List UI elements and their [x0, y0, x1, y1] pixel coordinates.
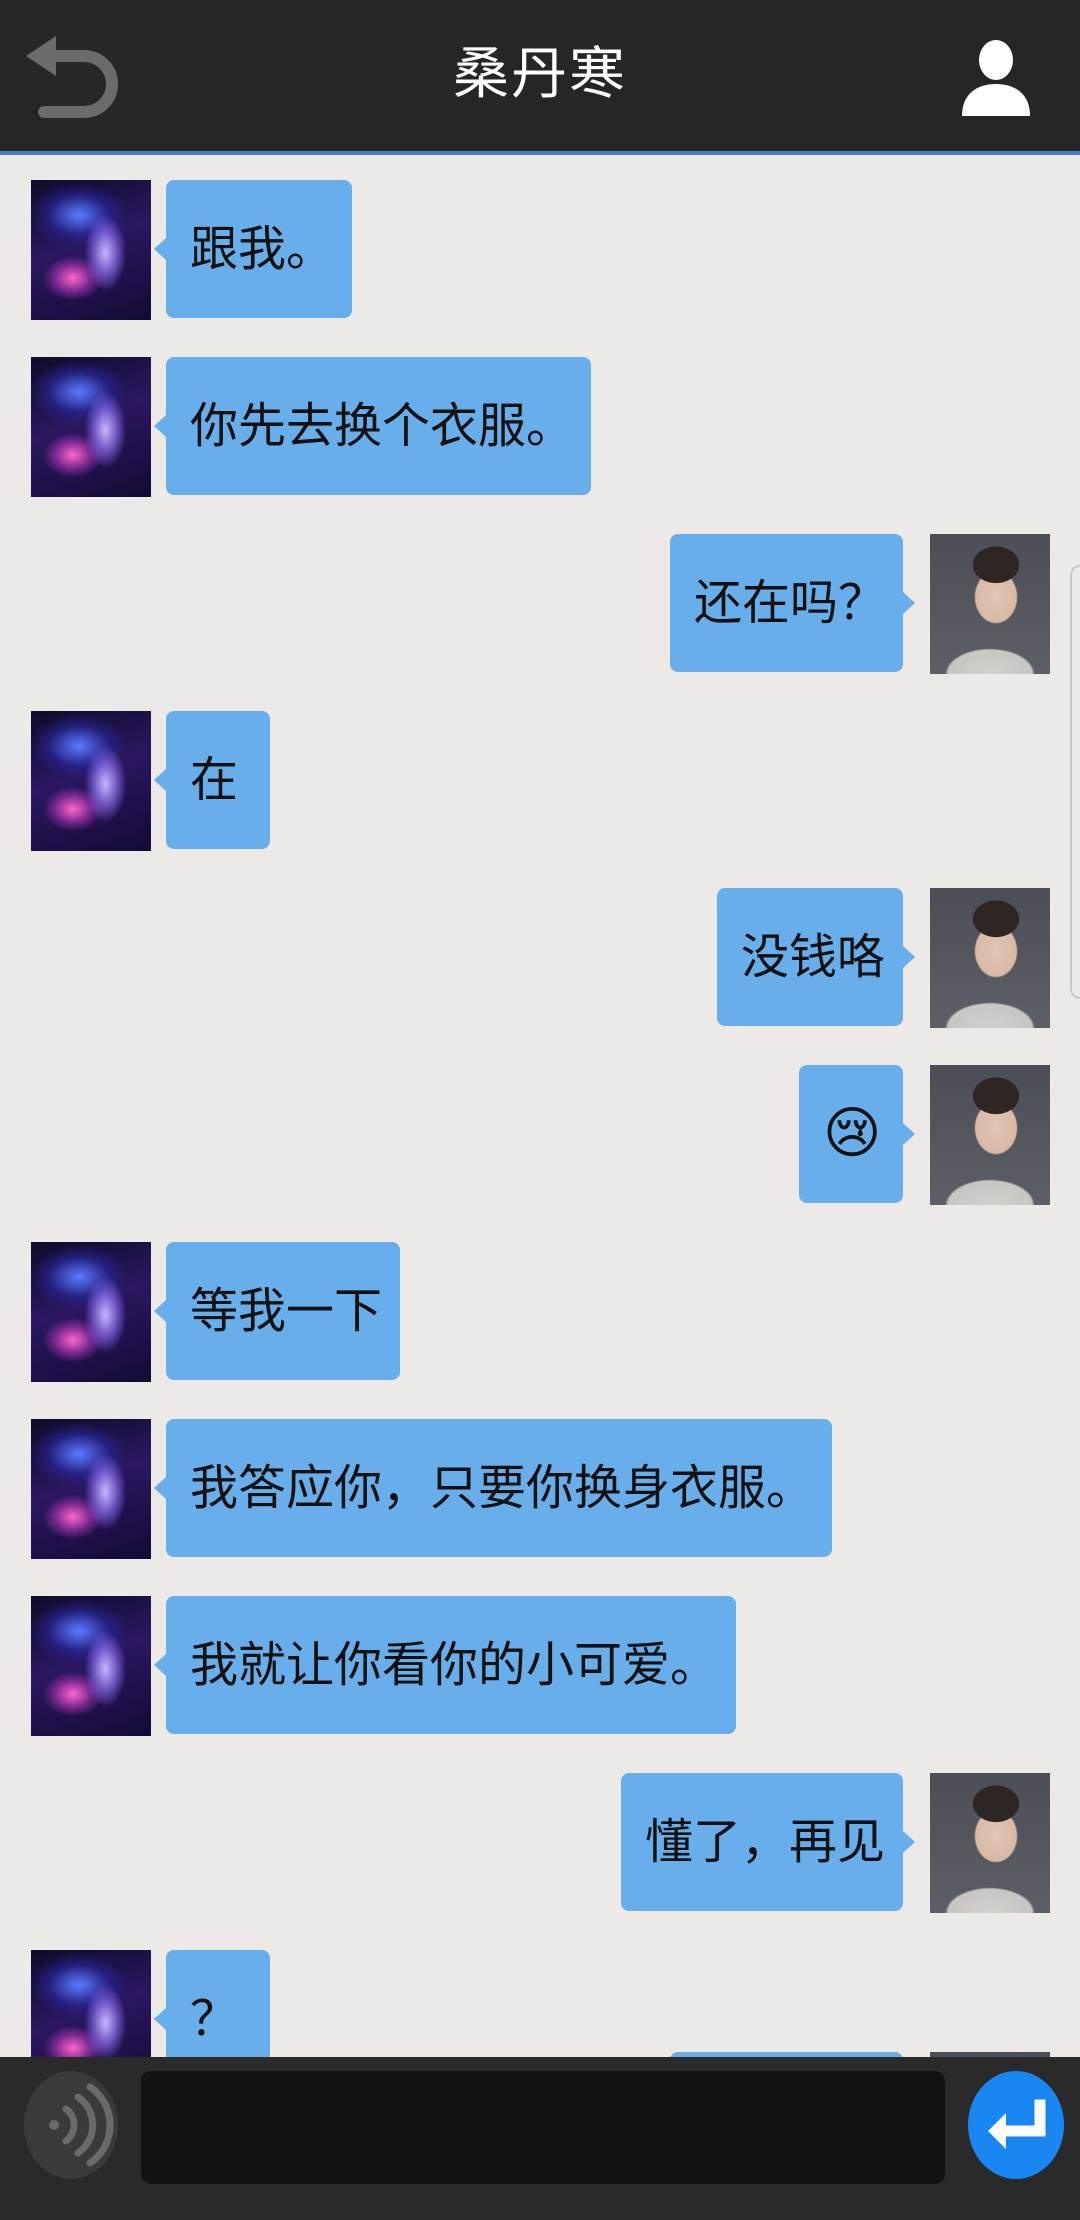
message-row: 没钱咯 — [0, 888, 1080, 1028]
message-bubble[interactable]: 你先去换个衣服。 — [154, 357, 591, 495]
message-row: ？ — [0, 1950, 1080, 2057]
message-bubble[interactable]: 我答应你，只要你换身衣服。 — [154, 1419, 832, 1557]
contact-avatar[interactable] — [31, 1596, 151, 1736]
scroll-indicator[interactable] — [1070, 565, 1080, 999]
profile-button[interactable] — [958, 38, 1034, 118]
my-avatar[interactable] — [930, 1065, 1050, 1205]
input-bar — [0, 2057, 1080, 2220]
voice-wave-icon — [49, 2083, 114, 2167]
message-bubble[interactable]: 还在吗？ — [670, 534, 915, 672]
chat-title: 桑丹寒 — [453, 42, 627, 107]
message-row: 跟我。 — [0, 180, 1080, 320]
message-input[interactable] — [141, 2071, 945, 2184]
send-return-icon — [988, 2099, 1046, 2149]
message-list[interactable]: 跟我。 你先去换个衣服。 还在吗？ 在 没钱咯 😢 等我一下 我答应你，只要你换… — [0, 155, 1080, 2057]
message-row: 在 — [0, 711, 1080, 851]
message-row: 懂了，再见 — [0, 1773, 1080, 1913]
message-bubble[interactable]: ？ — [154, 1950, 270, 2057]
my-avatar[interactable] — [930, 534, 1050, 674]
message-bubble[interactable]: 跟我。 — [154, 180, 352, 318]
message-bubble[interactable]: 等我一下 — [154, 1242, 400, 1380]
message-bubble[interactable]: 😢 — [799, 1065, 915, 1203]
chat-header: 桑丹寒 — [0, 0, 1080, 155]
message-bubble[interactable]: 懂了，再见 — [621, 1773, 915, 1911]
user-profile-icon — [962, 40, 1030, 116]
send-button[interactable] — [968, 2071, 1064, 2179]
message-row: 我就让你看你的小可爱。 — [0, 1596, 1080, 1736]
message-row: 等我一下 — [0, 1242, 1080, 1382]
contact-avatar[interactable] — [31, 711, 151, 851]
message-row: 😢 — [0, 1065, 1080, 1205]
contact-avatar[interactable] — [31, 180, 151, 320]
message-row: 还在吗？ — [0, 534, 1080, 674]
contact-avatar[interactable] — [31, 1419, 151, 1559]
sad-face-emoji: 😢 — [823, 1101, 882, 1166]
contact-avatar[interactable] — [31, 357, 151, 497]
message-row: 你先去换个衣服。 — [0, 357, 1080, 497]
contact-avatar[interactable] — [31, 1242, 151, 1382]
message-bubble[interactable]: 在 — [154, 711, 270, 849]
my-avatar[interactable] — [930, 1773, 1050, 1913]
message-bubble[interactable]: 没钱咯 — [717, 888, 915, 1026]
message-row: 我答应你，只要你换身衣服。 — [0, 1419, 1080, 1559]
my-avatar[interactable] — [930, 888, 1050, 1028]
contact-avatar[interactable] — [31, 1950, 151, 2057]
voice-button[interactable] — [24, 2071, 118, 2179]
message-bubble[interactable]: 我就让你看你的小可爱。 — [154, 1596, 736, 1734]
